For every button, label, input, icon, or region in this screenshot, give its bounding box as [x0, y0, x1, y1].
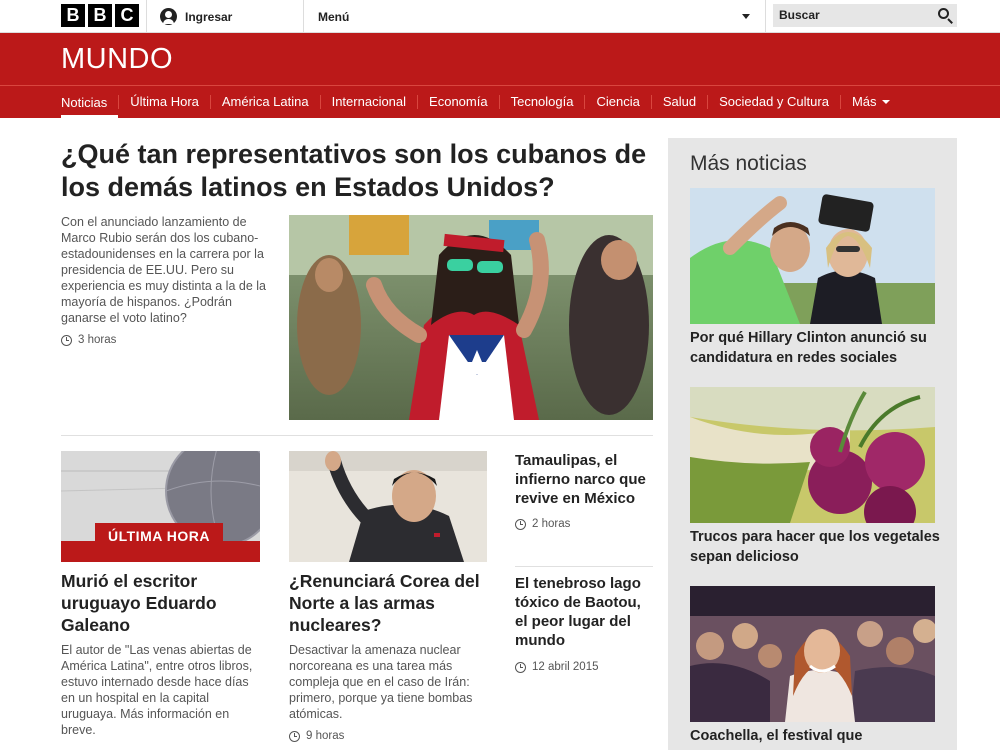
section-title[interactable]: MUNDO: [61, 43, 173, 76]
sidebar-headline-vegetables[interactable]: Trucos para hacer que los vegetales sepa…: [690, 527, 940, 567]
nav-item-internacional[interactable]: Internacional: [319, 95, 417, 109]
nav-item-noticias[interactable]: Noticias: [61, 86, 119, 118]
chevron-down-icon: [742, 14, 750, 19]
clock-icon: [289, 730, 300, 742]
nav-item-mas[interactable]: Más: [839, 94, 901, 109]
clock-icon: [515, 661, 526, 673]
sidebar-image-coachella[interactable]: [690, 586, 935, 722]
chevron-down-icon: [881, 100, 890, 104]
logo-letter-c: C: [115, 4, 139, 27]
nav-item-america-latina[interactable]: América Latina: [209, 95, 320, 109]
sidebar-image-vegetables[interactable]: [690, 387, 935, 523]
story-headline-galeano[interactable]: Murió el escritor uruguayo Eduardo Galea…: [61, 570, 261, 636]
sidebar-image-clinton[interactable]: [690, 188, 935, 324]
lead-story-image[interactable]: [289, 215, 653, 420]
search-input[interactable]: Buscar: [773, 4, 957, 27]
story-timestamp-baotou: 12 abril 2015: [515, 661, 599, 673]
story-divider: [515, 566, 653, 567]
nav-item-ultima-hora[interactable]: Última Hora: [118, 95, 210, 109]
topbar-divider: [303, 0, 304, 33]
nav-item-economia[interactable]: Economía: [417, 95, 499, 109]
story-image-korea[interactable]: [289, 451, 487, 562]
topbar-divider: [146, 0, 147, 33]
more-news-sidebar: Más noticias Por qué Hillary Clinton anu…: [668, 138, 957, 750]
story-headline-tamaulipas[interactable]: Tamaulipas, el infierno narco que revive…: [515, 451, 655, 508]
story-headline-baotou[interactable]: El tenebroso lago tóxico de Baotou, el p…: [515, 574, 655, 650]
user-icon: [160, 8, 177, 25]
sidebar-headline-coachella[interactable]: Coachella, el festival que: [690, 726, 940, 746]
timestamp-text: 9 horas: [306, 730, 345, 742]
timestamp-text: 2 horas: [532, 518, 571, 530]
masthead: MUNDO: [0, 33, 1000, 85]
menu-label: Menú: [318, 9, 350, 24]
sidebar-headline-clinton[interactable]: Por qué Hillary Clinton anunció su candi…: [690, 328, 940, 368]
timestamp-text: 12 abril 2015: [532, 661, 599, 673]
topbar-divider: [765, 0, 766, 33]
nav-item-sociedad-y-cultura[interactable]: Sociedad y Cultura: [707, 95, 840, 109]
clock-icon: [61, 334, 72, 346]
search-icon[interactable]: [938, 8, 949, 19]
timestamp-text: 3 horas: [78, 334, 117, 346]
nav-item-salud[interactable]: Salud: [650, 95, 707, 109]
section-nav: Noticias Última Hora América Latina Inte…: [0, 85, 1000, 118]
section-divider: [61, 435, 653, 436]
story-summary-galeano: El autor de "Las venas abiertas de Améri…: [61, 643, 253, 737]
top-bar: B B C Ingresar Menú Buscar: [0, 0, 1000, 33]
nav-item-ciencia[interactable]: Ciencia: [584, 95, 650, 109]
logo-letter-b2: B: [88, 4, 112, 27]
story-summary-korea: Desactivar la amenaza nuclear norcoreana…: [289, 643, 473, 721]
lead-story-headline[interactable]: ¿Qué tan representativos son los cubanos…: [61, 138, 661, 204]
story-headline-korea[interactable]: ¿Renunciará Corea del Norte a las armas …: [289, 570, 489, 636]
clock-icon: [515, 518, 526, 530]
story-image-galeano[interactable]: ÚLTIMA HORA: [61, 451, 260, 562]
story-timestamp-tamaulipas: 2 horas: [515, 518, 570, 530]
menu-button[interactable]: Menú: [318, 0, 758, 33]
logo-letter-b1: B: [61, 4, 85, 27]
lead-story-summary: Con el anunciado lanzamiento de Marco Ru…: [61, 215, 266, 325]
nav-item-tecnologia[interactable]: Tecnología: [498, 95, 585, 109]
story-timestamp-korea: 9 horas: [289, 730, 344, 742]
signin-button[interactable]: Ingresar: [160, 0, 232, 33]
search-placeholder: Buscar: [779, 8, 820, 22]
bbc-logo[interactable]: B B C: [61, 4, 139, 27]
signin-label: Ingresar: [185, 9, 233, 24]
breaking-news-badge: ÚLTIMA HORA: [95, 523, 223, 549]
nav-more-label: Más: [851, 94, 877, 109]
sidebar-heading: Más noticias: [690, 152, 807, 175]
lead-story-timestamp: 3 horas: [61, 334, 116, 346]
